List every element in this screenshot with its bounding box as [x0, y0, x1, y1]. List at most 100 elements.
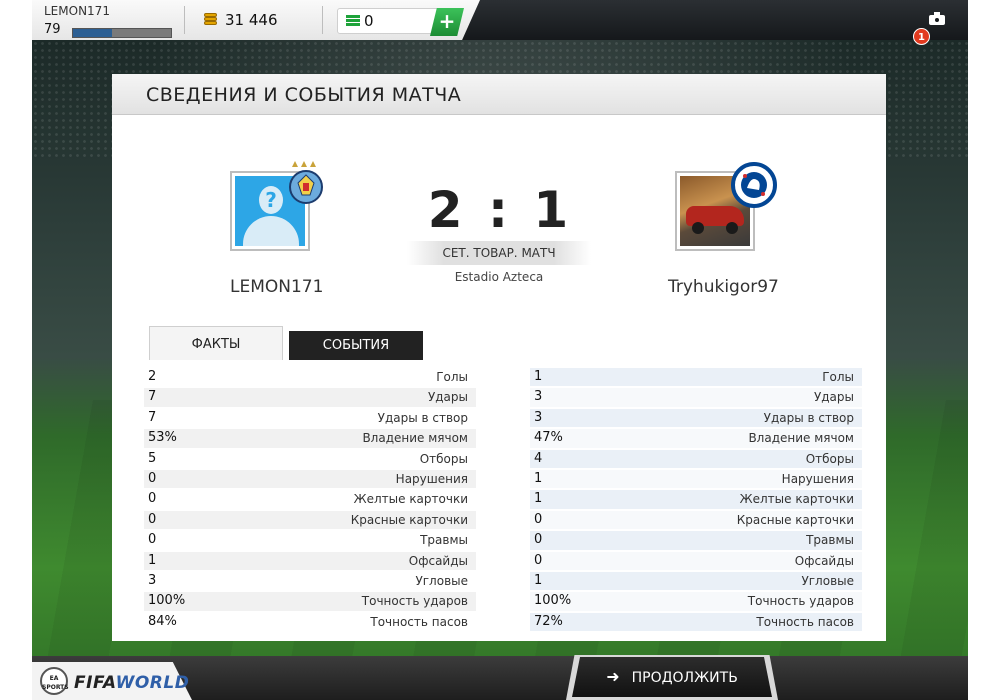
stat-row: 47% Владение мячом — [530, 428, 862, 448]
stat-label: Удары в створ — [763, 410, 854, 425]
stat-label: Травмы — [420, 533, 468, 548]
stat-label: Травмы — [806, 533, 854, 548]
stat-row: 0 Красные карточки — [530, 510, 862, 530]
stat-row: 7 Удары — [144, 387, 476, 407]
profile-summary[interactable]: LEMON171 79 — [44, 4, 174, 38]
cash-value: 0 — [364, 12, 374, 30]
coins-value: 31 446 — [225, 11, 278, 29]
stat-label: Офсайды — [794, 553, 854, 568]
stat-label: Удары — [427, 390, 468, 405]
profile-level: 79 — [44, 22, 61, 37]
stat-row: 0 Нарушения — [144, 469, 476, 489]
away-stat-value: 1 — [534, 470, 543, 486]
stat-label: Удары — [813, 390, 854, 405]
stat-label: Точность ударов — [361, 594, 468, 609]
logo-fifa-text: FIFA — [74, 673, 116, 693]
stat-row: 5 Отборы — [148, 449, 468, 469]
stat-row: 1 Офсайды — [144, 551, 476, 571]
stat-label: Голы — [436, 370, 468, 384]
home-stat-value: 53% — [148, 430, 177, 446]
stat-label: Офсайды — [408, 553, 468, 568]
stat-label: Удары в створ — [377, 410, 468, 425]
stat-label: Красные карточки — [350, 512, 468, 527]
stat-label: Красные карточки — [736, 512, 854, 527]
away-stats-column: 1 Голы 3 Удары 3 Удары в створ 47% Владение мяч… — [530, 367, 862, 632]
stat-label: Владение мячом — [748, 431, 854, 446]
ea-sports-logo: EA SPORTS — [40, 667, 69, 695]
away-stat-value: 0 — [534, 511, 543, 527]
coins-balance: 31 446 — [203, 11, 278, 29]
tab-events[interactable]: СОБЫТИЯ — [289, 331, 423, 360]
away-stat-value: 3 — [534, 409, 543, 425]
xp-progress-bar — [72, 28, 172, 38]
cash-icon — [346, 14, 360, 28]
home-stat-value: 7 — [148, 389, 157, 405]
stat-label: Владение мячом — [362, 431, 468, 446]
home-stat-value: 0 — [148, 470, 157, 486]
stat-row: 3 Угловые — [148, 571, 468, 591]
home-stat-value: 0 — [148, 532, 157, 548]
arrow-right-icon: ➜ — [606, 667, 620, 686]
stat-row: 4 Отборы — [530, 449, 862, 469]
away-stat-value: 47% — [534, 430, 563, 446]
stat-label: Точность пасов — [756, 614, 854, 629]
stat-label: Угловые — [801, 573, 854, 588]
stat-row: 53% Владение мячом — [144, 428, 476, 448]
stat-row: 0 Красные карточки — [144, 510, 476, 530]
away-stat-value: 4 — [534, 450, 543, 466]
coins-icon — [203, 12, 219, 28]
page-title: СВЕДЕНИЯ И СОБЫТИЯ МАТЧА — [146, 84, 462, 106]
stat-label: Отборы — [805, 451, 854, 466]
stat-label: Желтые карточки — [353, 492, 468, 507]
continue-label: ПРОДОЛЖИТЬ — [631, 670, 738, 686]
fifa-world-logo: FIFAWORLD — [74, 673, 189, 693]
topbar-divider — [184, 6, 185, 34]
home-stat-value: 3 — [148, 572, 157, 588]
stat-label: Желтые карточки — [739, 492, 854, 507]
stat-row: 1 Голы — [530, 367, 862, 387]
away-stat-value: 100% — [534, 593, 572, 609]
away-stat-value: 1 — [534, 369, 543, 384]
row-stripe — [144, 368, 476, 386]
cash-balance: 0 — [346, 12, 374, 30]
match-type: СЕТ. ТОВАР. МАТЧ — [442, 246, 556, 260]
stat-row: 3 Удары — [530, 387, 862, 407]
home-stat-value: 84% — [148, 613, 177, 629]
home-stat-value: 100% — [148, 593, 186, 609]
stat-row: 100% Точность ударов — [530, 591, 862, 611]
man-city-crest-icon — [289, 161, 323, 204]
continue-button[interactable]: ➜ ПРОДОЛЖИТЬ — [572, 657, 772, 697]
away-player-name: Tryhukigor97 — [668, 277, 779, 297]
stat-label: Угловые — [415, 573, 468, 588]
camera-icon[interactable] — [929, 12, 947, 25]
stat-row: 0 Травмы — [148, 530, 468, 550]
stat-label: Точность пасов — [370, 614, 468, 629]
match-score: 2 : 1 — [427, 181, 573, 239]
tab-facts[interactable]: ФАКТЫ — [149, 326, 283, 360]
away-stat-value: 3 — [534, 389, 543, 405]
chelsea-crest-icon — [731, 162, 777, 208]
away-stat-value: 0 — [534, 552, 543, 568]
stat-row: 0 Травмы — [530, 530, 862, 550]
home-stat-value: 0 — [148, 511, 157, 527]
stat-label: Нарушения — [395, 471, 468, 486]
row-stripe — [144, 388, 476, 407]
stat-label: Отборы — [419, 451, 468, 466]
logo-world-text: WORLD — [115, 673, 190, 693]
home-stats-column: 2 Голы 7 Удары 7 Удары в створ 53% Владение мяч… — [144, 367, 476, 632]
profile-username: LEMON171 — [44, 4, 110, 18]
xp-progress-fill — [73, 29, 113, 37]
stat-row: 0 Офсайды — [530, 551, 862, 571]
stat-row: 1 Желтые карточки — [530, 489, 862, 509]
match-summary-panel: ? LEMON171 2 : 1 СЕТ. ТОВАР. МАТЧ Estadi… — [112, 115, 886, 641]
stat-row: 7 Удары в створ — [148, 408, 468, 428]
away-stat-value: 1 — [534, 491, 543, 507]
stat-row: 84% Точность пасов — [148, 612, 468, 632]
home-stat-value: 0 — [148, 491, 157, 507]
home-stat-value: 7 — [148, 409, 157, 425]
row-stripe — [530, 368, 862, 387]
notification-badge[interactable]: 1 — [913, 28, 930, 45]
stat-label: Точность ударов — [747, 594, 854, 609]
stat-row: 1 Нарушения — [530, 469, 862, 489]
stat-row: 100% Точность ударов — [144, 591, 476, 611]
